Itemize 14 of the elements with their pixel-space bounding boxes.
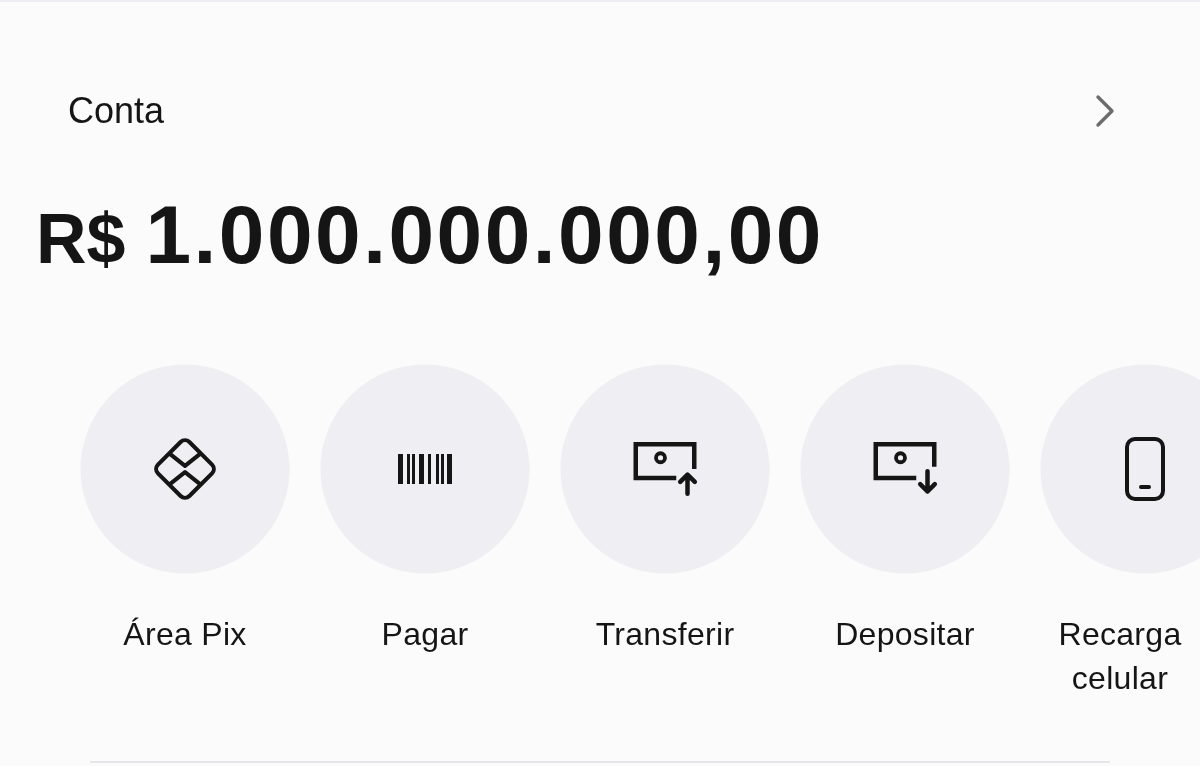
shortcut-label: Recarga celular [1057,615,1183,698]
chevron-right-icon[interactable] [1095,94,1115,128]
shortcut-label: Pagar [381,615,469,654]
shortcut-label: Área Pix [123,615,247,654]
shortcut-label: Transferir [595,615,735,654]
banknote-up-arrow-icon [631,442,699,496]
currency-symbol: R$ [36,199,126,280]
diamond-icon [152,436,218,502]
smartphone-icon [1125,437,1165,501]
shortcut-label: Depositar [835,615,975,654]
account-title: Conta [68,91,165,131]
barcode-icon [398,454,452,484]
banknote-down-arrow-icon [871,442,939,496]
balance-amount: 1.000.000.000,00 [145,194,824,276]
